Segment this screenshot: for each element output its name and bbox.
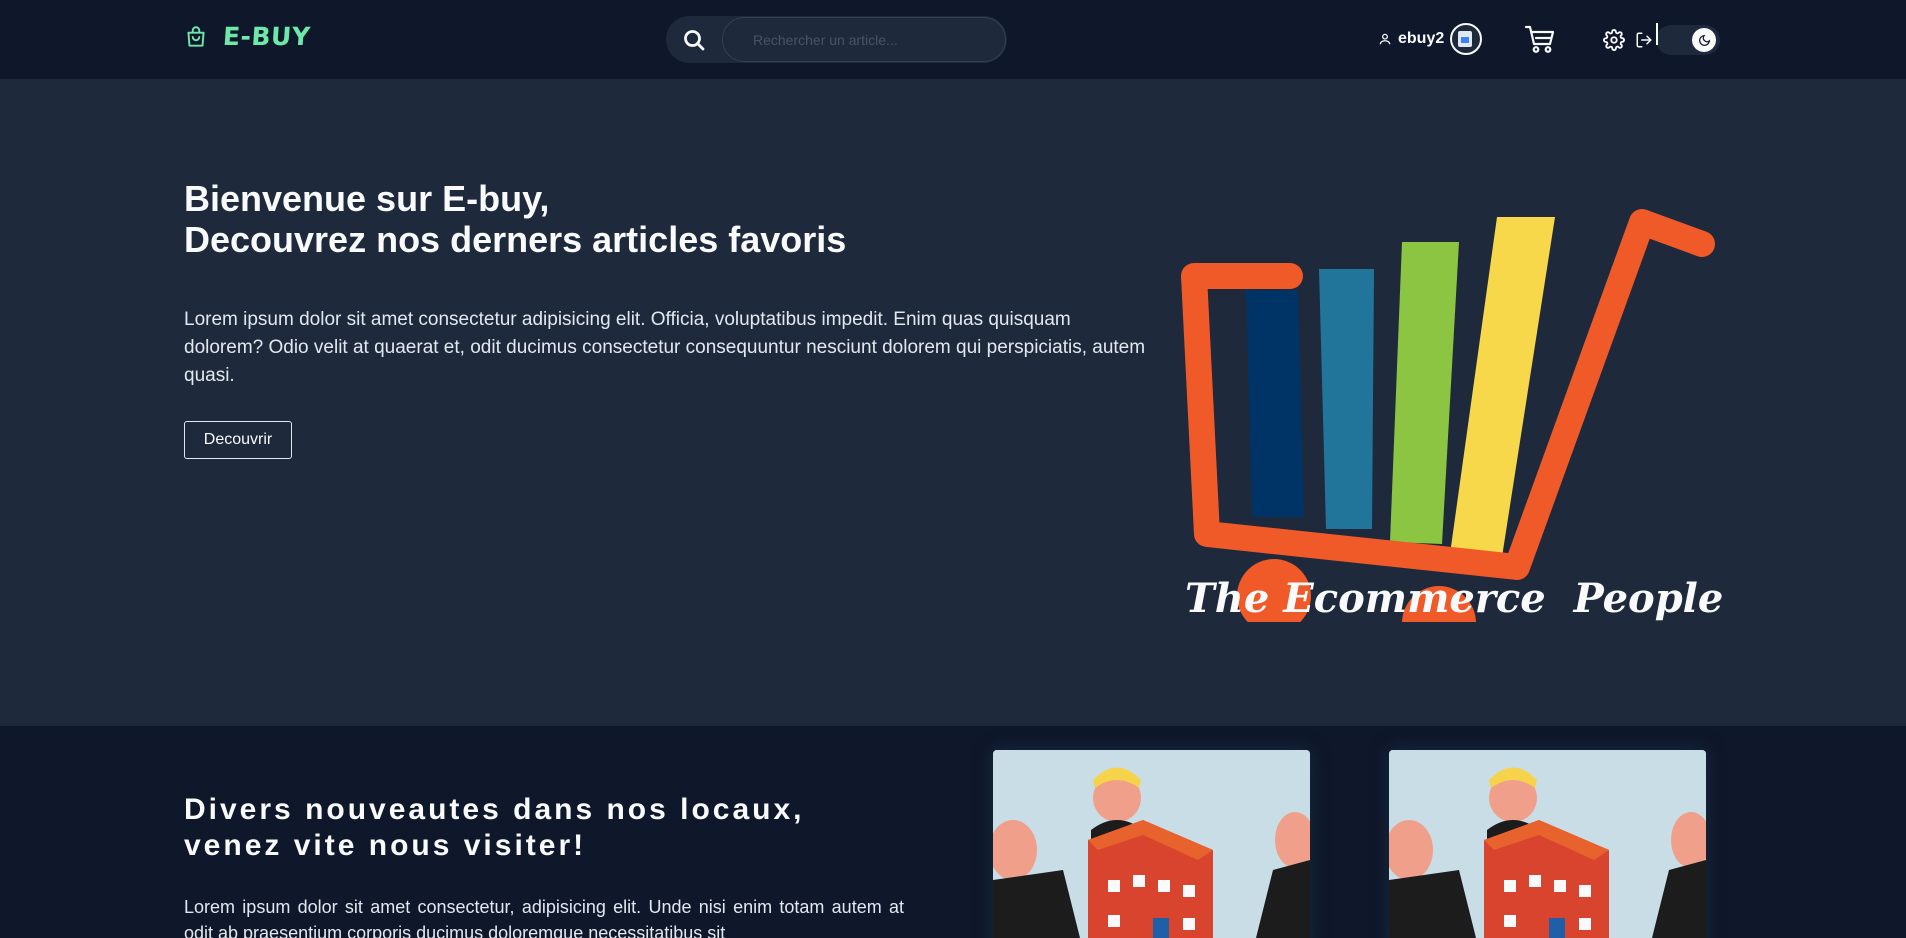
search-icon [684, 29, 705, 50]
hero-title-line1: Bienvenue sur E-buy, [184, 178, 550, 219]
hero-text: Lorem ipsum dolor sit amet consectetur a… [184, 309, 1146, 386]
news-text: Lorem ipsum dolor sit amet consectetur, … [184, 897, 904, 938]
theme-toggle[interactable] [1656, 23, 1720, 55]
news-section: Divers nouveautes dans nos locaux, venez… [0, 726, 1906, 938]
hero-title-line2: Decouvrez nos derners articles favoris [184, 219, 847, 260]
broken-image-icon [1458, 31, 1473, 47]
brand-link[interactable]: E-BUY [183, 22, 312, 51]
hero-section: Bienvenue sur E-buy, Decouvrez nos derne… [0, 80, 1906, 726]
product-card-image[interactable] [1389, 750, 1706, 938]
news-title-line2: venez vite nous visiter! [184, 829, 587, 862]
hero-title: Bienvenue sur E-buy, Decouvrez nos derne… [184, 178, 846, 260]
moon-icon [1698, 34, 1710, 46]
logo-tagline: The Ecommerce People [1185, 575, 1724, 622]
username: ebuy2 [1398, 30, 1445, 47]
news-title-line1: Divers nouveautes dans nos locaux, [184, 793, 805, 826]
illustration-house-image [1389, 750, 1706, 938]
user-icon [1379, 33, 1391, 45]
navbar: E-BUY ebuy2 [0, 0, 1906, 80]
search-button[interactable] [666, 16, 722, 63]
search-bar [666, 16, 1007, 63]
cart-icon[interactable] [1524, 24, 1556, 54]
logo-bar-green [1390, 242, 1459, 544]
news-title: Divers nouveautes dans nos locaux, venez… [184, 792, 805, 864]
logo-bar-navy [1246, 290, 1304, 517]
ecommerce-cart-logo [1181, 209, 1715, 622]
brand-name: E-BUY [221, 22, 312, 51]
discover-button[interactable]: Decouvrir [184, 421, 292, 459]
avatar[interactable] [1450, 23, 1483, 55]
illustration-house-image [993, 750, 1310, 938]
logo-bar-teal [1319, 269, 1374, 529]
product-card-image[interactable] [993, 750, 1310, 938]
search-input[interactable] [722, 17, 1006, 62]
shopping-bag-icon [187, 25, 205, 47]
toggle-knob [1692, 28, 1716, 52]
user-menu[interactable]: ebuy2 [1378, 23, 1483, 55]
toggle-divider [1656, 23, 1658, 45]
logout-icon[interactable] [1635, 31, 1653, 49]
gear-icon[interactable] [1603, 29, 1625, 51]
